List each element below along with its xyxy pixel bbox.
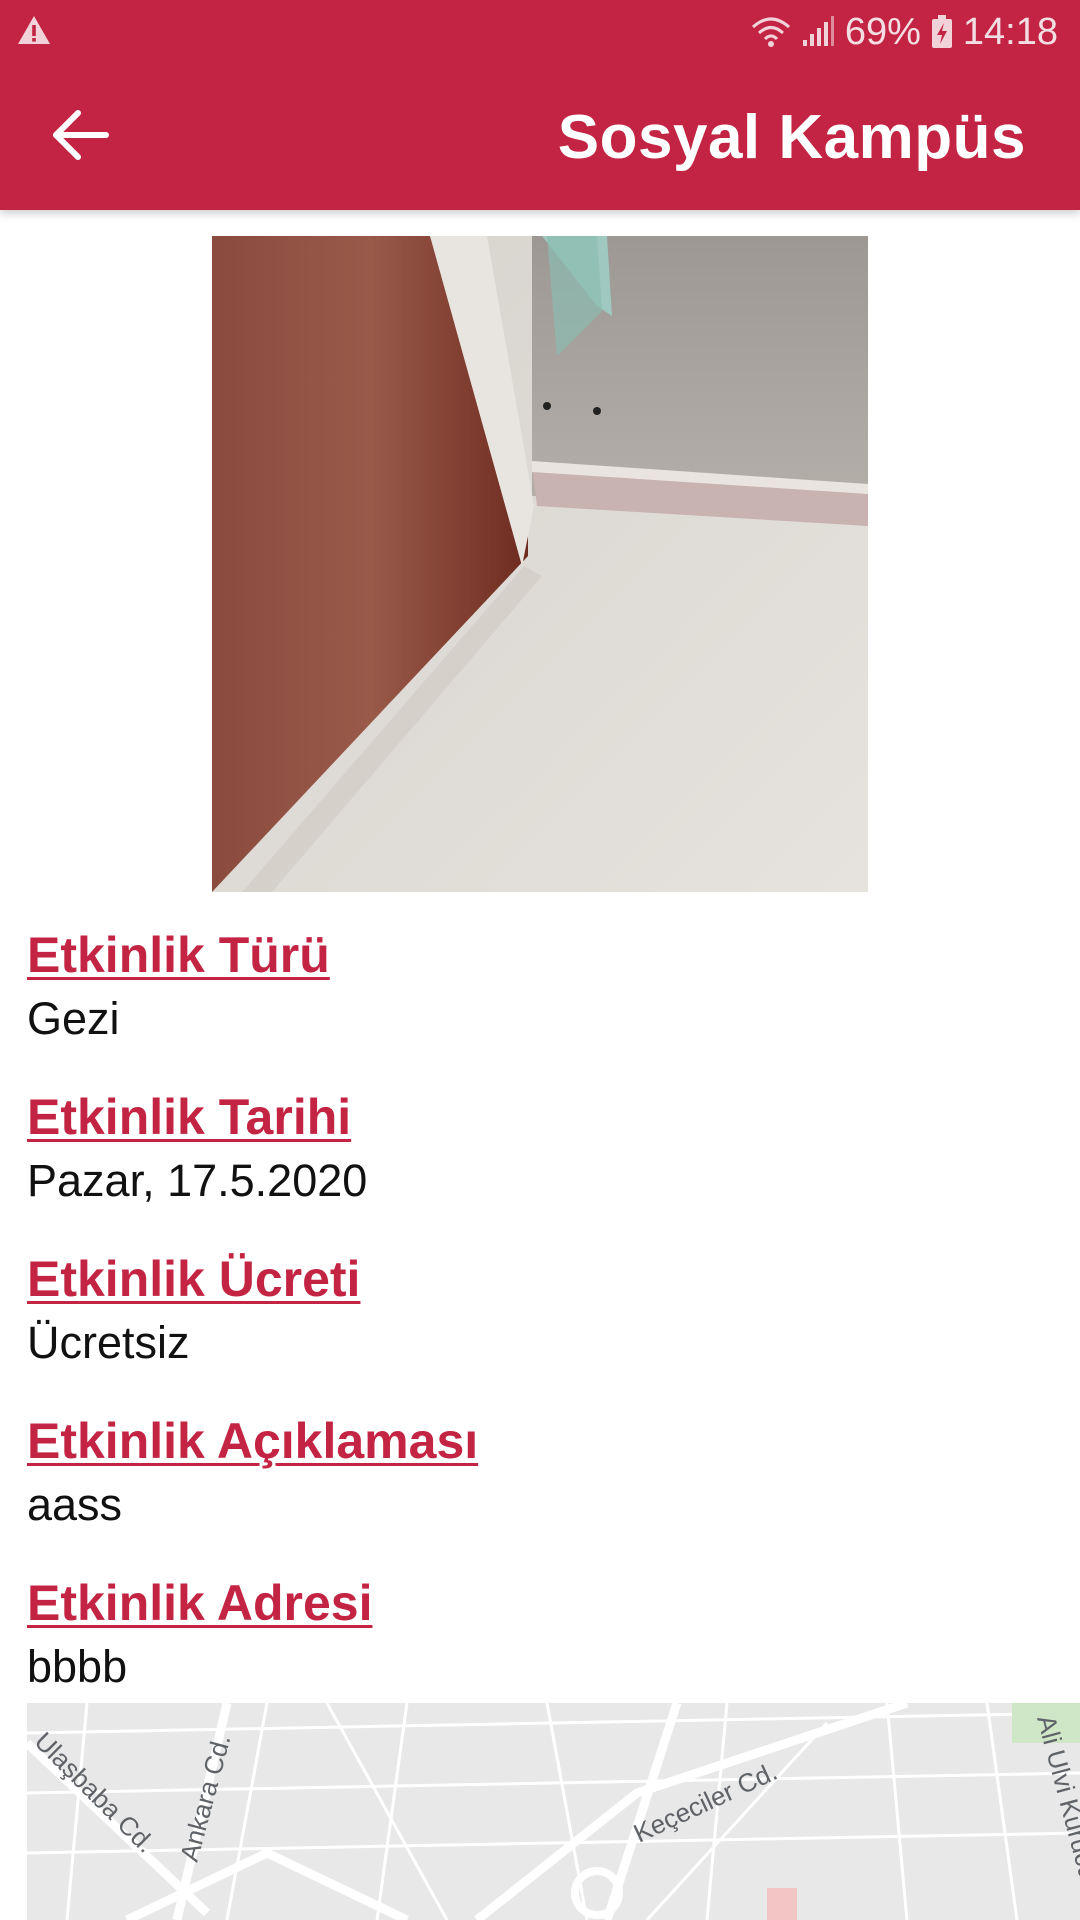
event-details: Etkinlik Türü Gezi Etkinlik Tarihi Pazar… xyxy=(27,925,1057,1735)
field-event-description: Etkinlik Açıklaması aass xyxy=(27,1411,1057,1573)
event-fee-value: Ücretsiz xyxy=(27,1317,190,1368)
event-location-map[interactable]: Ulaşbaba Cd. Ankara Cd. Keçeciler Cd. Al… xyxy=(27,1703,1080,1920)
event-description-label: Etkinlik Açıklaması xyxy=(27,1413,479,1469)
signal-icon xyxy=(801,16,835,48)
arrow-left-icon xyxy=(52,109,110,166)
battery-charging-icon xyxy=(931,15,953,49)
toolbar: Sosyal Kampüs xyxy=(0,64,1080,210)
field-event-date: Etkinlik Tarihi Pazar, 17.5.2020 xyxy=(27,1087,1057,1249)
event-photo[interactable] xyxy=(212,236,868,892)
warning-icon xyxy=(16,14,52,51)
status-bar: 69% 14:18 xyxy=(0,0,1080,64)
back-button[interactable] xyxy=(46,102,116,172)
app-bar: 69% 14:18 Sosyal Kampüs xyxy=(0,0,1080,210)
event-type-label: Etkinlik Türü xyxy=(27,927,330,983)
field-event-fee: Etkinlik Ücreti Ücretsiz xyxy=(27,1249,1057,1411)
battery-percent: 69% xyxy=(844,10,921,53)
event-description-value: aass xyxy=(27,1479,123,1530)
event-address-label: Etkinlik Adresi xyxy=(27,1575,373,1631)
field-event-type: Etkinlik Türü Gezi xyxy=(27,925,1057,1087)
wifi-icon xyxy=(751,15,791,49)
status-time: 14:18 xyxy=(962,10,1058,53)
event-type-value: Gezi xyxy=(27,993,120,1044)
status-indicators: 69% 14:18 xyxy=(751,11,1058,54)
event-date-value: Pazar, 17.5.2020 xyxy=(27,1155,368,1206)
event-date-label: Etkinlik Tarihi xyxy=(27,1089,352,1145)
app-title: Sosyal Kampüs xyxy=(557,102,1026,172)
event-fee-label: Etkinlik Ücreti xyxy=(27,1251,361,1307)
